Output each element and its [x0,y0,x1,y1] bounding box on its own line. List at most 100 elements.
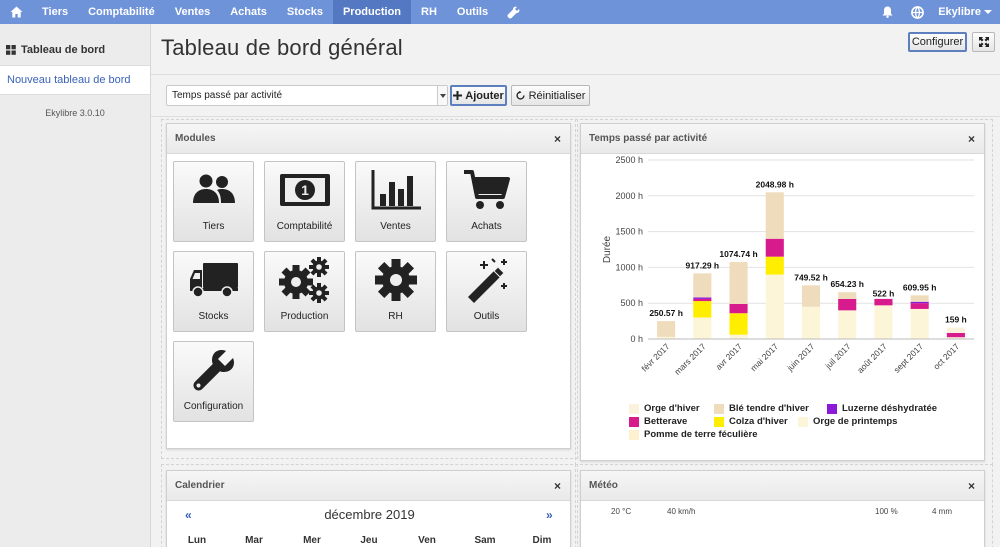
banknote-icon: 1 [265,162,344,218]
module-label: Tiers [202,221,225,232]
cell-type-select[interactable]: Temps passé par activité [166,85,448,106]
bar-total-label: 1074.74 h [719,249,757,259]
module-production[interactable]: Production [264,251,345,332]
calendar-weekday: Ven [418,535,436,546]
bar-segment [765,274,784,339]
sidebar-item-new-dashboard[interactable]: Nouveau tableau de bord [0,65,150,95]
chart-panel-title: Temps passé par activité [589,133,708,144]
bar-segment [729,334,748,339]
meteo-rain-axis: 4 mm [932,507,952,516]
bar-chart-icon [356,162,435,218]
bar-segment [946,327,965,333]
wrench-icon [174,342,253,398]
nav-item-achats[interactable]: Achats [220,0,277,24]
nav-item-comptabilite[interactable]: Comptabilité [78,0,165,24]
legend-swatch [798,416,808,427]
truck-icon [174,252,253,308]
svg-text:1: 1 [301,182,309,198]
module-label: Configuration [183,401,244,412]
legend-item[interactable]: Colza d'hiver [714,416,788,427]
nav-item-production[interactable]: Production [332,0,412,24]
top-navbar: Tiers Comptabilité Ventes Achats Stocks Produ… [0,0,1000,24]
meteo-temperature-axis: 20 °C [611,507,632,516]
nav-item-tiers[interactable]: Tiers [32,0,78,24]
close-icon[interactable]: × [554,479,561,493]
y-tick-label: 500 h [620,298,643,308]
bar-total-label: 159 h [945,315,967,325]
x-tick-label: mai 2017 [748,341,780,373]
version-label: Ekylibre 3.0.10 [45,108,105,118]
nav-item-ventes[interactable]: Ventes [165,0,220,24]
calendar-weekday: Lun [187,535,207,546]
bar-segment [693,317,712,339]
bar-total-label: 2048.98 h [756,179,794,189]
module-rh[interactable]: RH [355,251,436,332]
nav-tools-icon[interactable] [498,0,529,24]
bar-segment [729,313,748,335]
module-outils[interactable]: Outils [446,251,527,332]
y-axis-label: Durée [602,235,613,263]
module-stocks[interactable]: Stocks [173,251,254,332]
legend-item[interactable]: Betterave [629,416,687,427]
module-achats[interactable]: Achats [446,161,527,242]
add-button[interactable]: Ajouter [450,85,507,106]
reset-button[interactable]: Réinitialiser [511,85,590,106]
configure-button[interactable]: Configurer [908,32,967,52]
legend-item[interactable]: Blé tendre d'hiver [714,403,809,414]
meteo-panel: Météo × 20 °C 40 km/h 100 % 4 mm [580,470,985,547]
calendar-next-button[interactable]: » [546,508,553,522]
bar-total-label: 749.52 h [794,272,828,282]
legend-item[interactable]: Luzerne déshydratée [827,403,937,414]
nav-item-stocks[interactable]: Stocks [277,0,333,24]
home-icon[interactable] [0,0,32,24]
users-icon [174,162,253,218]
main-content: Tableau de bord général Configurer Temps… [151,24,1000,547]
module-tiers[interactable]: Tiers [173,161,254,242]
calendar-panel: Calendrier × « décembre 2019 » Lun Mar M… [166,470,571,547]
bar-total-label: 250.57 h [649,308,683,318]
legend-item[interactable]: Orge d'hiver [629,403,700,414]
bar-segment [874,305,893,339]
bar-segment [910,308,929,339]
chart-panel: Temps passé par activité × 0 h 500 h 1000 … [580,123,985,461]
y-tick-label: 1500 h [615,227,643,237]
bar-segment [693,273,712,298]
calendar-weekday: Mer [303,535,321,546]
bar-segment [729,262,748,304]
globe-icon[interactable] [902,5,932,19]
legend-swatch [827,403,837,414]
bar-segment [657,321,676,337]
module-comptabilite[interactable]: 1 Comptabilité [264,161,345,242]
bar-total-label: 917.29 h [686,260,720,270]
close-icon[interactable]: × [968,479,975,493]
x-tick-label: févr 2017 [639,341,671,373]
x-tick-label: juil 2017 [822,341,852,371]
legend-item[interactable]: Orge de printemps [798,416,897,427]
bar-segment [874,298,893,306]
legend-label: Blé tendre d'hiver [729,403,809,414]
meteo-panel-header: Météo × [581,471,984,501]
plus-icon [453,91,463,100]
modules-panel-title: Modules [175,133,216,144]
user-menu[interactable]: Ekylibre [932,6,1000,18]
y-tick-label: 2500 h [615,155,643,165]
legend-item[interactable]: Pomme de terre féculière [629,429,758,440]
module-configuration[interactable]: Configuration [173,341,254,422]
bar-segment [838,310,857,339]
module-ventes[interactable]: Ventes [355,161,436,242]
modules-panel-header: Modules × [167,124,570,154]
nav-item-rh[interactable]: RH [411,0,447,24]
divider [151,116,1000,117]
close-icon[interactable]: × [554,132,561,146]
user-menu-label: Ekylibre [938,6,981,18]
meteo-humidity-axis: 100 % [875,507,898,516]
close-icon[interactable]: × [968,132,975,146]
nav-item-outils[interactable]: Outils [447,0,498,24]
x-tick-label: sept 2017 [892,341,926,375]
dashboard-icon [6,45,16,55]
bell-icon[interactable] [872,6,902,18]
calendar-panel-title: Calendrier [175,480,225,491]
fullscreen-button[interactable] [972,32,995,52]
gear-icon [356,252,435,308]
modules-panel: Modules × Tiers 1 Comptabilité Ventes Ac… [166,123,571,449]
